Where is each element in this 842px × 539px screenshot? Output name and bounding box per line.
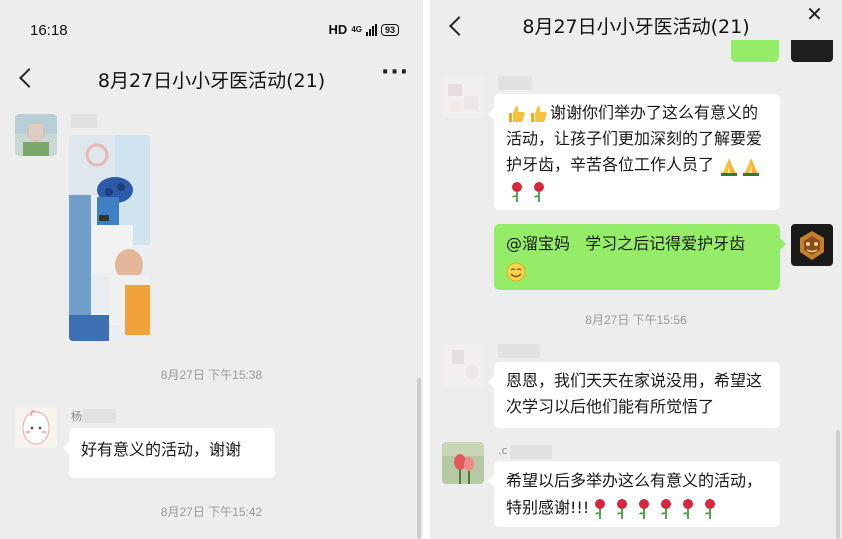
avatar[interactable]	[442, 344, 484, 386]
close-icon[interactable]: ✕	[802, 2, 828, 32]
message-text: 好有意义的活动，谢谢	[81, 440, 242, 459]
message-bubble-partial[interactable]	[731, 40, 779, 62]
right-chat-screen: 8月27日小小牙医活动(21) ✕ 谢谢你们举办了这么有意义的活动，让孩子们更加…	[430, 0, 842, 539]
chat-title: 8月27日小小牙医活动(21)	[97, 70, 326, 92]
status-icons: HD 4G 93	[329, 22, 399, 37]
pray-icon	[721, 157, 738, 176]
thumbs-up-icon	[531, 105, 547, 122]
sender-name: 杨	[71, 410, 82, 423]
sender-name-blurred	[71, 114, 97, 128]
sender-name-blurred	[498, 344, 540, 358]
activity-photo[interactable]	[69, 135, 150, 341]
thumbs-up-icon	[509, 105, 525, 122]
pray-icon	[743, 157, 760, 176]
rose-icon	[534, 181, 544, 202]
avatar[interactable]	[15, 406, 57, 448]
timestamp: 8月27日 下午15:56	[585, 313, 687, 327]
message-bubble[interactable]: 恩恩，我们天天在家说没用，希望这次学习以后他们能有所觉悟了	[488, 362, 780, 428]
chat-title: 8月27日小小牙医活动(21)	[522, 16, 750, 38]
rose-icon	[617, 498, 628, 519]
rose-icon	[595, 498, 606, 519]
more-icon[interactable]: ···	[381, 60, 408, 90]
timestamp: 8月27日 下午15:42	[160, 505, 263, 519]
chat-header: 8月27日小小牙医活动(21) ✕	[430, 2, 842, 46]
rose-icon	[683, 498, 694, 519]
network-type: HD	[328, 22, 348, 37]
network-sub: 4G	[351, 25, 362, 34]
avatar[interactable]	[15, 114, 57, 156]
message-text: 学习之后记得爱护牙齿	[585, 234, 746, 253]
message-bubble[interactable]: 希望以后多举办这么有意义的活动，特别感谢!!!	[488, 461, 780, 527]
sender-name-blurred	[82, 409, 116, 423]
scrollbar[interactable]	[836, 430, 840, 539]
sender-name-blurred	[498, 76, 532, 90]
status-bar: 16:18 HD 4G 93	[0, 0, 423, 62]
rose-icon	[639, 498, 650, 519]
message-bubble-self[interactable]: @溜宝妈 学习之后记得爱护牙齿	[494, 224, 786, 290]
avatar-partial[interactable]	[791, 40, 833, 62]
avatar[interactable]	[442, 442, 484, 484]
rose-icon	[661, 498, 672, 519]
avatar-self[interactable]	[791, 224, 833, 266]
rose-icon	[705, 498, 716, 519]
mention[interactable]: @溜宝妈	[506, 234, 570, 253]
message-text: 恩恩，我们天天在家说没用，希望这次学习以后他们能有所觉悟了	[506, 371, 763, 416]
message-text: 希望以后多举办这么有意义的活动，特别感谢!!!	[506, 471, 763, 517]
message-bubble[interactable]: 谢谢你们举办了这么有意义的活动，让孩子们更加深刻的了解要爱护牙齿，辛苦各位工作人…	[488, 94, 780, 210]
avatar[interactable]	[442, 76, 484, 118]
sender-name: .c	[498, 444, 508, 457]
sender-name-blurred	[510, 445, 552, 459]
signal-icon	[365, 23, 377, 36]
battery-icon: 93	[380, 23, 399, 36]
scrollbar[interactable]	[417, 378, 421, 539]
status-time: 16:18	[30, 22, 68, 39]
message-bubble[interactable]: 好有意义的活动，谢谢	[63, 428, 275, 478]
left-chat-screen: 16:18 HD 4G 93 8月27日小小牙医活动(21) ··· 8月27日…	[0, 0, 423, 539]
rose-icon	[512, 181, 522, 202]
timestamp: 8月27日 下午15:38	[160, 368, 263, 382]
smile-icon	[506, 262, 526, 281]
chat-header: 8月27日小小牙医活动(21) ···	[0, 58, 423, 98]
